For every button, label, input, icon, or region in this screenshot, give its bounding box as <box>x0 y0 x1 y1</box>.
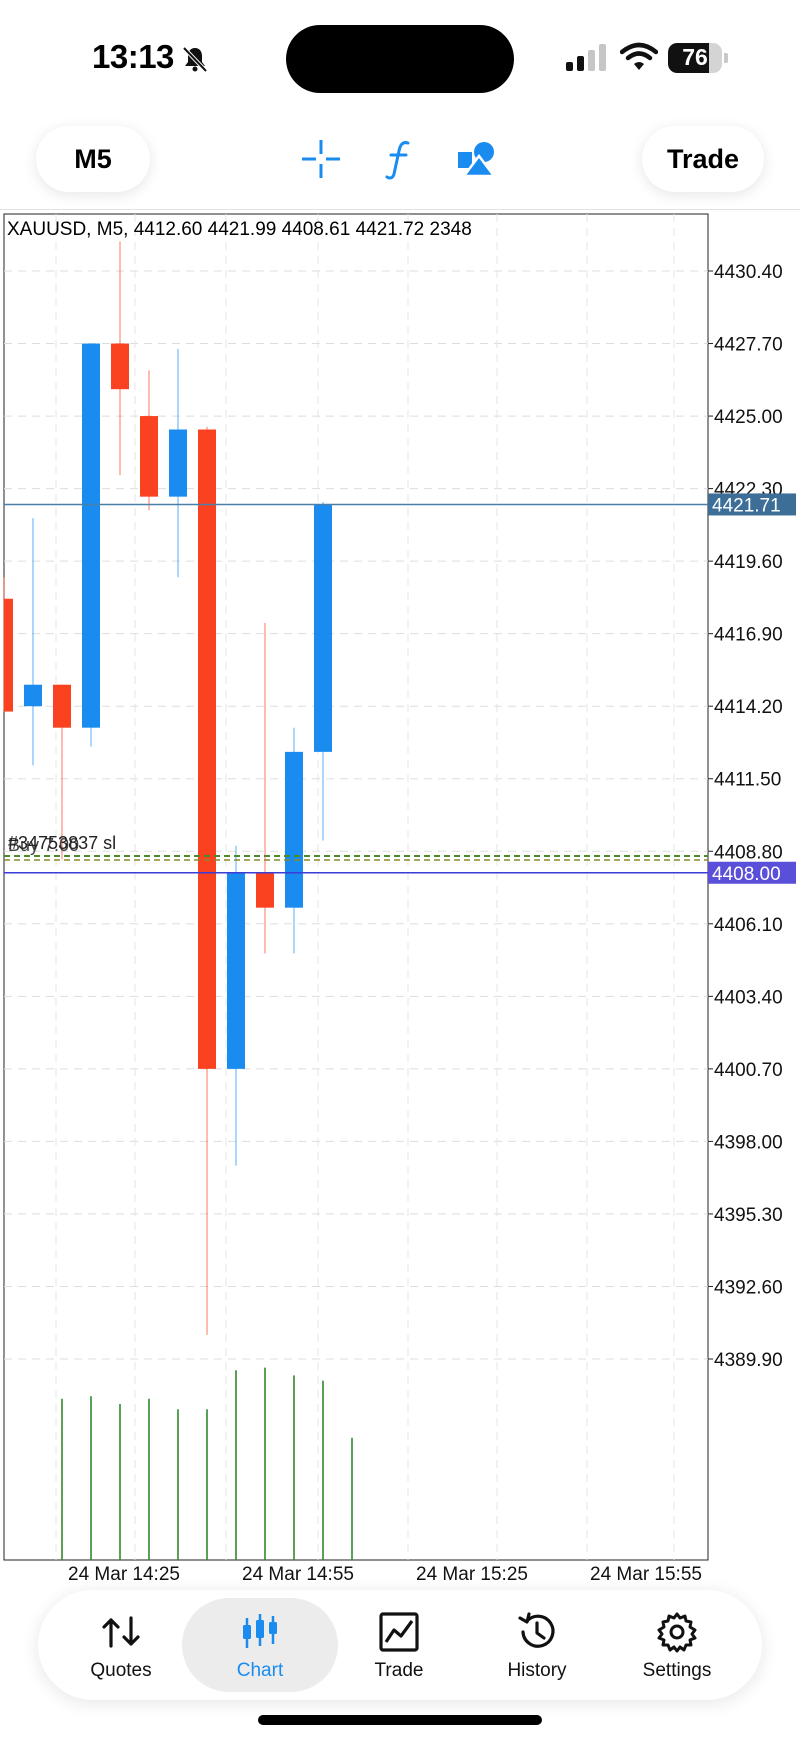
x-tick-label: 24 Mar 15:25 <box>416 1564 528 1585</box>
candle-body <box>24 684 42 707</box>
y-tick-label: 4400.70 <box>714 1060 783 1081</box>
price-badge-label: 4408.00 <box>712 864 781 885</box>
y-tick-label: 4408.80 <box>714 842 783 863</box>
nav-trade[interactable]: Trade <box>324 1590 474 1700</box>
candle-body <box>285 751 303 908</box>
y-tick-label: 4425.00 <box>714 407 783 428</box>
candle-body <box>314 504 332 752</box>
y-tick-label: 4389.90 <box>714 1350 783 1371</box>
quotes-icon <box>102 1616 140 1648</box>
x-tick-label: 24 Mar 14:25 <box>68 1564 180 1585</box>
x-tick-label: 24 Mar 14:55 <box>242 1564 354 1585</box>
candle-body <box>111 343 129 390</box>
y-tick-label: 4392.60 <box>714 1277 783 1298</box>
chart-ohlc-info: XAUUSD, M5, 4412.60 4421.99 4408.61 4421… <box>7 219 472 240</box>
y-tick-label: 4419.60 <box>714 552 783 573</box>
candle-body <box>53 684 71 728</box>
y-tick-label: 4430.40 <box>714 262 783 283</box>
y-tick-label: 4416.90 <box>714 625 783 646</box>
price-badge-label: 4421.71 <box>712 495 781 516</box>
nav-label: History <box>507 1660 567 1681</box>
candle-body <box>256 872 274 908</box>
candle-body <box>140 416 158 497</box>
nav-label: Settings <box>642 1660 712 1681</box>
home-indicator <box>258 1715 542 1725</box>
x-tick-label: 24 Mar 15:55 <box>590 1564 702 1585</box>
candle-body <box>82 343 100 728</box>
y-tick-label: 4398.00 <box>714 1132 783 1153</box>
bottom-navigation: Quotes Chart Trade History Settings <box>38 1590 762 1700</box>
nav-label: Chart <box>236 1660 284 1681</box>
y-tick-label: 4414.20 <box>714 697 783 718</box>
y-tick-label: 4403.40 <box>714 987 783 1008</box>
history-icon <box>518 1612 555 1648</box>
trade-icon <box>379 1612 419 1652</box>
y-tick-label: 4411.50 <box>714 770 781 791</box>
y-tick-label: 4406.10 <box>714 915 783 936</box>
nav-label: Trade <box>374 1660 424 1681</box>
y-tick-label: 4395.30 <box>714 1205 783 1226</box>
order-buy-label: Buy 7.00 <box>8 835 79 855</box>
settings-icon <box>657 1612 697 1653</box>
nav-settings[interactable]: Settings <box>602 1590 752 1700</box>
nav-quotes[interactable]: Quotes <box>46 1590 196 1700</box>
candle-body <box>169 429 187 497</box>
nav-history[interactable]: History <box>462 1590 612 1700</box>
nav-chart[interactable]: Chart <box>182 1598 338 1692</box>
chart-icon <box>243 1614 277 1648</box>
y-tick-label: 4427.70 <box>714 335 783 356</box>
candle-body <box>227 872 245 1069</box>
nav-label: Quotes <box>90 1660 152 1681</box>
candle-body <box>198 429 216 1069</box>
candle-body <box>4 598 13 712</box>
